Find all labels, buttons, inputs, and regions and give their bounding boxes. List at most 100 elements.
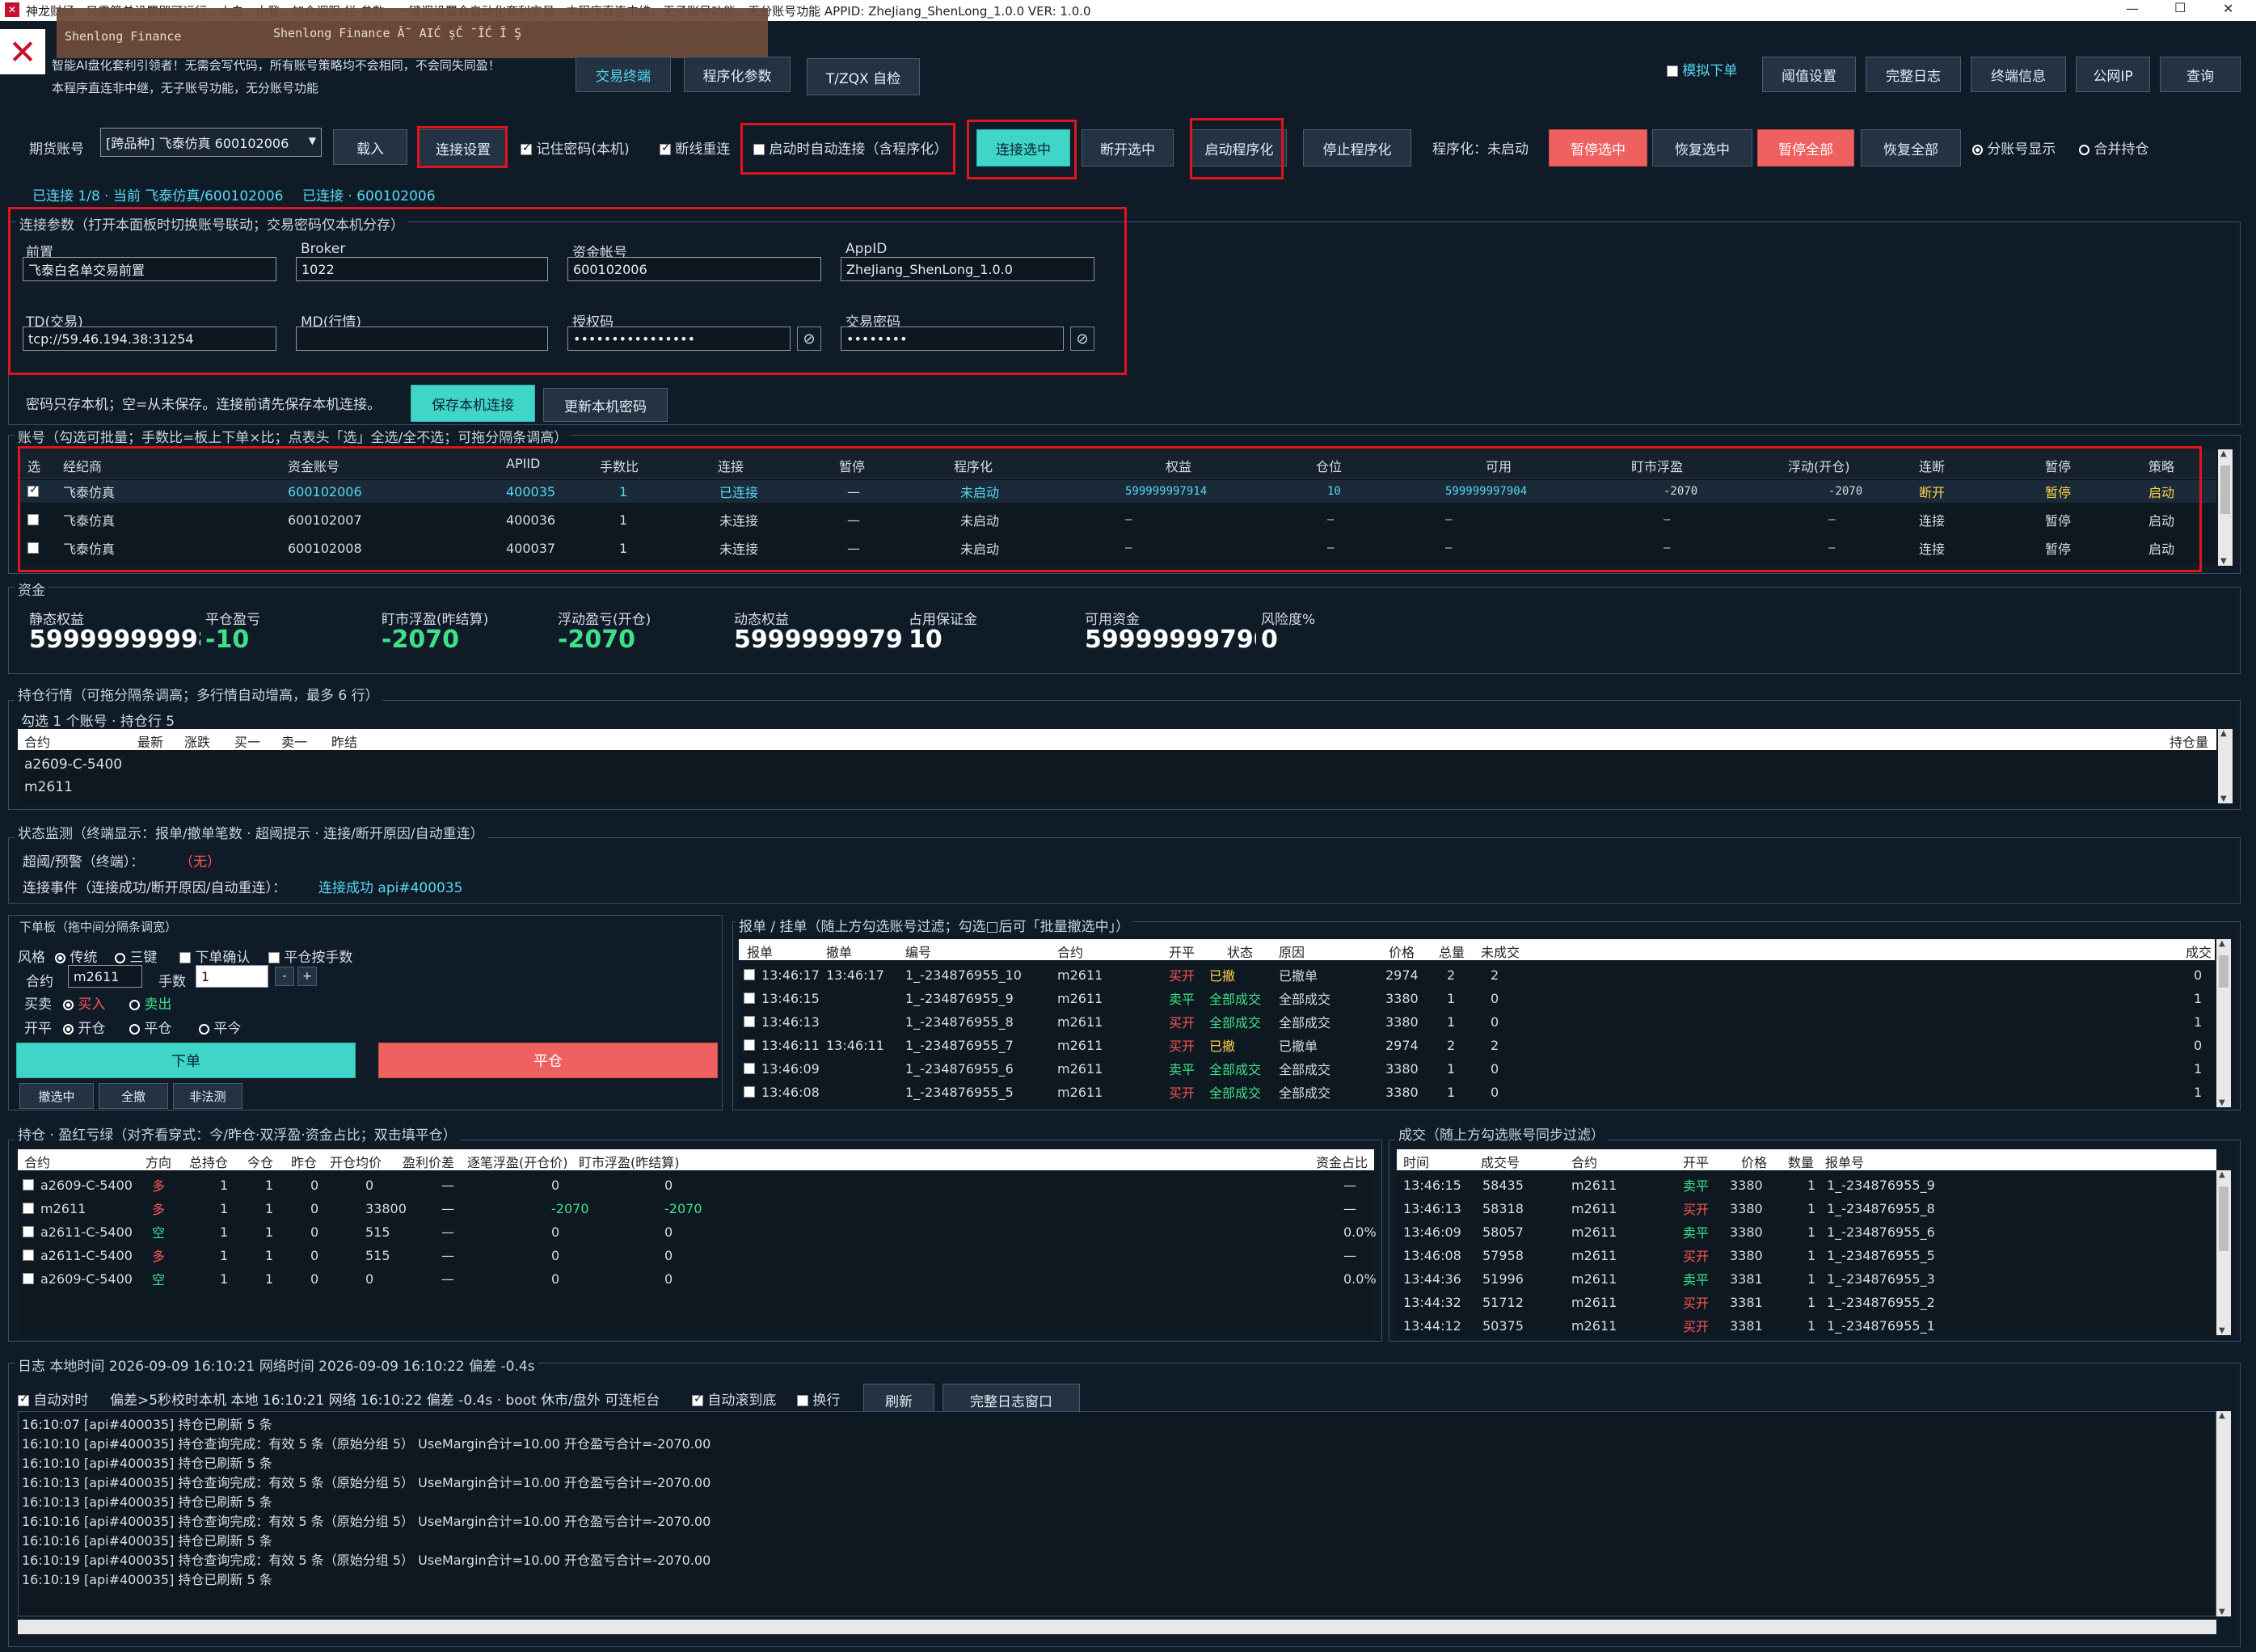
cell-strat[interactable]: 启动 [2148, 510, 2174, 529]
trade-row[interactable]: 13:44:12 50375 m2611 买开 3381 1 1_-234876955_1 [1397, 1314, 2216, 1337]
pause-selected-button[interactable]: 暂停选中 [1549, 129, 1647, 166]
order-row[interactable]: 13:46:15 1_-234876955_9 m2611 卖平 全部成交 全部成交 338… [739, 987, 2215, 1009]
trade-row[interactable]: 13:44:32 51712 m2611 买开 3381 1 1_-234876955_2 [1397, 1291, 2216, 1313]
qty-stepper[interactable]: 1 [196, 965, 268, 988]
tab-trading-terminal[interactable]: 交易终端 [576, 57, 671, 92]
auto-connect-checkbox[interactable]: 启动时自动连接（含程序化） [753, 137, 947, 158]
close-today-radio[interactable]: 平今 [199, 1017, 241, 1037]
cell-p2[interactable]: 暂停 [2045, 510, 2071, 529]
log-textarea[interactable]: 16:10:07 [api#400035] 持仓已刷新 5 条 16:10:10 … [18, 1411, 2216, 1616]
row-checkbox[interactable] [744, 1039, 755, 1051]
cell-cd[interactable]: 断开 [1919, 482, 1945, 501]
order-confirm-checkbox[interactable]: 下单确认 [179, 946, 250, 966]
account-select[interactable]: [跨品种] 飞泰仿真 600102006 ▼ [100, 128, 322, 157]
load-button[interactable]: 载入 [333, 129, 407, 165]
position-row[interactable]: a2611-C-5400 多 1 1 0 515 — 0 0 — [18, 1244, 1374, 1266]
resume-all-button[interactable]: 恢复全部 [1861, 129, 1961, 166]
quote-row[interactable]: a2609-C-5400 [24, 756, 122, 773]
close-radio[interactable]: 平仓 [129, 1017, 171, 1037]
row-checkbox[interactable] [23, 1250, 34, 1261]
cancel-all-button[interactable]: 全撤 [99, 1083, 168, 1109]
cell-strat[interactable]: 启动 [2148, 482, 2174, 501]
tab-self-check[interactable]: T/ZQX 自检 [807, 58, 920, 95]
terminal-info-button[interactable]: 终端信息 [1971, 57, 2066, 92]
reconnect-checkbox[interactable]: 断线重连 [660, 137, 730, 158]
order-row[interactable]: 13:46:09 1_-234876955_6 m2611 卖平 全部成交 全部成交 338… [739, 1057, 2215, 1080]
contract-input[interactable]: m2611 [68, 965, 142, 988]
auto-scroll-checkbox[interactable]: 自动滚到底 [692, 1389, 776, 1409]
order-row[interactable]: 13:46:08 1_-234876955_5 m2611 买开 全部成交 全部成交 338… [739, 1081, 2215, 1103]
quote-row[interactable]: m2611 [24, 779, 73, 795]
wrap-checkbox[interactable]: 换行 [797, 1389, 840, 1409]
fund-account-field[interactable]: 600102006 [567, 257, 821, 281]
col-select[interactable]: 选 [27, 456, 40, 475]
style-three-key-radio[interactable]: 三键 [115, 946, 157, 966]
qty-minus-button[interactable]: - [275, 967, 294, 986]
qty-plus-button[interactable]: + [297, 967, 317, 986]
close-by-qty-checkbox[interactable]: 平仓按手数 [268, 946, 352, 966]
trades-scrollbar[interactable] [2216, 1170, 2231, 1335]
open-radio[interactable]: 开仓 [63, 1017, 105, 1037]
log-hscrollbar[interactable] [18, 1620, 2216, 1634]
pause-all-button[interactable]: 暂停全部 [1757, 129, 1854, 166]
eye-off-icon[interactable]: ⊘ [1070, 327, 1094, 351]
trade-row[interactable]: 13:46:08 57958 m2611 买开 3380 1 1_-234876955_5 [1397, 1244, 2216, 1266]
close-icon[interactable]: ✕ [2223, 1, 2233, 16]
row-checkbox[interactable] [23, 1179, 34, 1191]
auth-code-field[interactable]: •••••••••••••••• [567, 327, 791, 351]
remember-password-checkbox[interactable]: 记住密码(本机) [521, 137, 630, 158]
illegal-test-button[interactable]: 非法测 [173, 1083, 242, 1109]
connection-settings-button[interactable]: 连接设置 [419, 129, 508, 166]
md-field[interactable] [296, 327, 548, 351]
trade-password-field[interactable]: •••••••• [841, 327, 1064, 351]
minimize-icon[interactable]: — [2126, 1, 2139, 16]
row-checkbox[interactable] [744, 969, 755, 980]
row-checkbox[interactable] [23, 1203, 34, 1214]
maximize-icon[interactable]: ☐ [2174, 0, 2186, 15]
orders-scrollbar[interactable] [2216, 939, 2231, 1107]
row-checkbox[interactable] [744, 1063, 755, 1074]
cell-p2[interactable]: 暂停 [2045, 538, 2071, 558]
cell-cd[interactable]: 连接 [1919, 538, 1945, 558]
start-program-button[interactable]: 启动程序化 [1191, 129, 1287, 166]
trade-row[interactable]: 13:44:36 51996 m2611 卖平 3381 1 1_-234876955_3 [1397, 1267, 2216, 1290]
front-field[interactable]: 飞泰白名单交易前置 [23, 257, 276, 281]
account-row[interactable]: 飞泰仿真 600102008 400037 1 未连接 — 未启动 – – – – – 连接 暂停 启动 [18, 537, 2216, 559]
merge-position-radio[interactable]: 合并持仓 [2079, 137, 2148, 158]
cell-p2[interactable]: 暂停 [2045, 482, 2071, 501]
row-checkbox[interactable] [744, 1016, 755, 1027]
query-button[interactable]: 查询 [2160, 57, 2241, 92]
position-row[interactable]: m2611 多 1 1 0 33800 — -2070 -2070 — [18, 1197, 1374, 1220]
eye-off-icon[interactable]: ⊘ [797, 327, 821, 351]
tab-program-params[interactable]: 程序化参数 [684, 57, 791, 92]
buy-radio[interactable]: 买入 [63, 992, 105, 1013]
row-checkbox[interactable] [23, 1226, 34, 1237]
account-row[interactable]: 飞泰仿真 600102006 400035 1 已连接 — 未启动 599999997914 1… [18, 480, 2216, 503]
place-order-button[interactable]: 下单 [16, 1043, 356, 1078]
position-row[interactable]: a2609-C-5400 多 1 1 0 0 — 0 0 — [18, 1174, 1374, 1196]
cell-strat[interactable]: 启动 [2148, 538, 2174, 558]
appid-field[interactable]: ZheJiang_ShenLong_1.0.0 [841, 257, 1094, 281]
quotes-scrollbar[interactable] [2218, 729, 2233, 803]
connect-selected-button[interactable]: 连接选中 [976, 129, 1070, 166]
order-row[interactable]: 13:46:11 13:46:11 1_-234876955_7 m2611 买开 已撤 已… [739, 1034, 2215, 1056]
row-checkbox[interactable] [744, 1086, 755, 1098]
split-display-radio[interactable]: 分账号显示 [1972, 137, 2056, 158]
row-checkbox[interactable] [27, 483, 39, 497]
trade-row[interactable]: 13:46:15 58435 m2611 卖平 3380 1 1_-234876955_9 [1397, 1174, 2216, 1196]
trade-row[interactable]: 13:46:09 58057 m2611 卖平 3380 1 1_-234876955_6 [1397, 1220, 2216, 1243]
log-scrollbar[interactable] [2216, 1411, 2231, 1616]
accounts-scrollbar[interactable] [2218, 449, 2233, 566]
row-checkbox[interactable] [23, 1273, 34, 1284]
position-row[interactable]: a2611-C-5400 空 1 1 0 515 — 0 0 0.0% [18, 1220, 1377, 1243]
full-log-button[interactable]: 完整日志 [1866, 57, 1961, 92]
account-row[interactable]: 飞泰仿真 600102007 400036 1 未连接 — 未启动 – – – – – 连接 暂停 启动 [18, 508, 2216, 531]
public-ip-button[interactable]: 公网IP [2076, 57, 2150, 92]
disconnect-selected-button[interactable]: 断开选中 [1082, 129, 1174, 166]
threshold-settings-button[interactable]: 阈值设置 [1762, 57, 1856, 92]
order-row[interactable]: 13:46:17 13:46:17 1_-234876955_10 m2611 买开 已撤… [739, 963, 2215, 986]
cell-cd[interactable]: 连接 [1919, 510, 1945, 529]
sim-order-checkbox[interactable]: 模拟下单 [1667, 59, 1737, 79]
trade-row[interactable]: 13:46:13 58318 m2611 买开 3380 1 1_-234876955_8 [1397, 1197, 2216, 1220]
cancel-selected-button[interactable]: 撤选中 [19, 1083, 94, 1109]
